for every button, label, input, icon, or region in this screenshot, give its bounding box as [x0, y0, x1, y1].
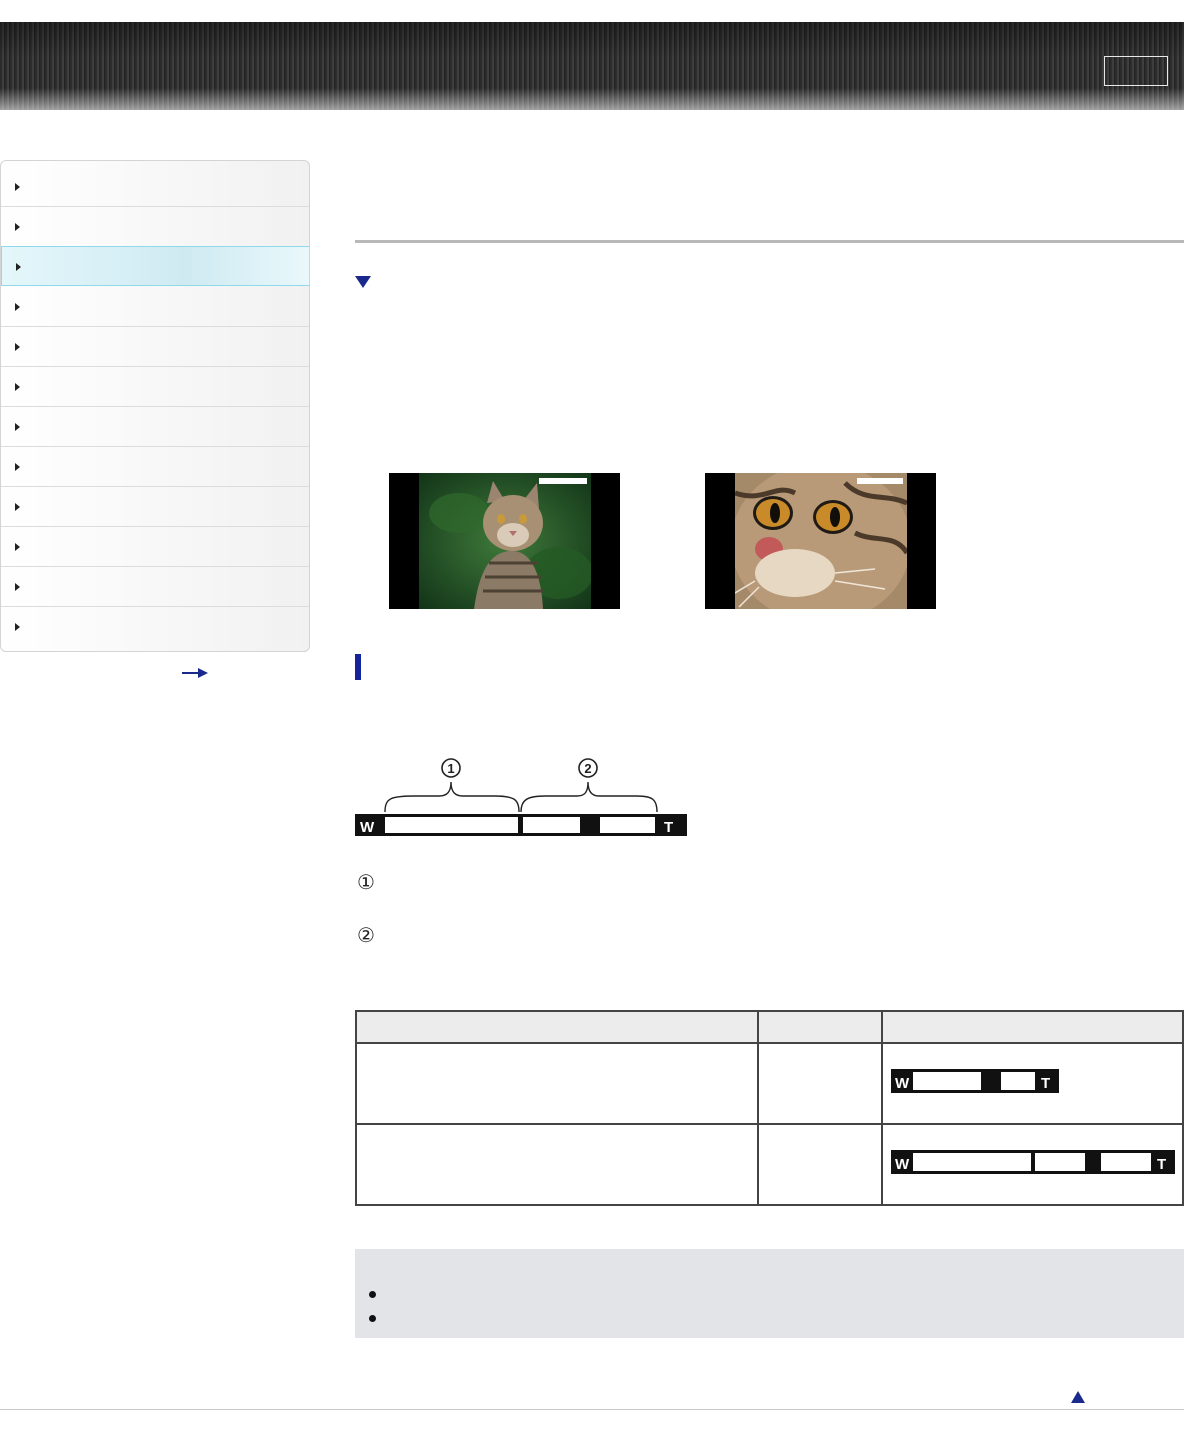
tele-label: T: [664, 819, 673, 836]
arrow-right-icon: [15, 583, 20, 591]
title-divider: [355, 240, 1184, 243]
zoom-bar-diagram: 1 2 W T: [355, 758, 687, 836]
arrow-right-icon: [15, 503, 20, 511]
table-cell: W T: [881, 1123, 1184, 1206]
wide-label: W: [895, 1156, 910, 1173]
cat-photo-tele: [735, 473, 907, 609]
table-cell: [757, 1042, 883, 1125]
wide-label: W: [895, 1075, 910, 1092]
sidebar-item[interactable]: [1, 167, 309, 207]
table-header-row: [355, 1010, 1184, 1044]
zoom-indicator-long: W T: [891, 1150, 1175, 1174]
zoom-wide-photo: [389, 473, 620, 609]
marker-1-label: 1: [447, 761, 454, 776]
header-button[interactable]: [1104, 56, 1168, 86]
sidebar-item[interactable]: [1, 487, 309, 527]
arrow-right-icon: [15, 183, 20, 191]
triangle-up-icon[interactable]: [1071, 1391, 1085, 1403]
wide-label: W: [360, 819, 375, 836]
brace-1: [384, 781, 520, 813]
arrow-right-icon: [15, 343, 20, 351]
brace-2: [520, 781, 658, 813]
sidebar-item[interactable]: [1, 527, 309, 567]
sidebar-item[interactable]: [1, 367, 309, 407]
arrow-right-icon: [15, 303, 20, 311]
sidebar-item[interactable]: [1, 287, 309, 327]
zoom-indicator: [857, 478, 903, 484]
table-cell: [355, 1042, 759, 1125]
sidebar-nav: [0, 160, 310, 652]
note-box: [355, 1249, 1184, 1338]
arrow-right-icon: [16, 263, 21, 271]
sidebar-item[interactable]: [1, 407, 309, 447]
arrow-right-icon: [15, 383, 20, 391]
sidebar-item-active[interactable]: [1, 246, 309, 286]
legend-marker-2: ②: [357, 925, 375, 947]
section-heading-bar: [355, 654, 361, 680]
sidebar-item[interactable]: [1, 207, 309, 247]
footer-divider: [0, 1409, 1184, 1410]
table-cell: W T: [881, 1042, 1184, 1125]
table-header: [355, 1010, 759, 1044]
tele-label: T: [1041, 1075, 1050, 1092]
arrow-right-icon[interactable]: [182, 668, 208, 678]
tele-label: T: [1157, 1156, 1166, 1173]
table-cell: [355, 1123, 759, 1206]
table-cell: [757, 1123, 883, 1206]
marker-2-label: 2: [584, 761, 591, 776]
cat-photo-wide: [419, 473, 591, 609]
arrow-right-icon: [15, 423, 20, 431]
zoom-tele-photo: [705, 473, 936, 609]
zoom-table: W T W T: [355, 1010, 1184, 1206]
page-header: [0, 22, 1184, 110]
zoom-indicator-short: W T: [891, 1069, 1059, 1093]
table-header: [881, 1010, 1184, 1044]
bullet-icon: [369, 1315, 376, 1322]
sidebar-item[interactable]: [1, 607, 309, 647]
triangle-down-icon[interactable]: [355, 276, 371, 288]
legend-marker-1: ①: [357, 872, 375, 894]
table-row: W T: [355, 1042, 1184, 1125]
arrow-right-icon: [15, 623, 20, 631]
table-row: W T: [355, 1123, 1184, 1206]
bullet-icon: [369, 1291, 376, 1298]
arrow-right-icon: [15, 543, 20, 551]
arrow-right-icon: [15, 223, 20, 231]
table-header: [757, 1010, 883, 1044]
arrow-right-icon: [15, 463, 20, 471]
sidebar-item[interactable]: [1, 327, 309, 367]
sidebar-item[interactable]: [1, 567, 309, 607]
sidebar-item[interactable]: [1, 447, 309, 487]
zoom-indicator: [539, 478, 587, 484]
